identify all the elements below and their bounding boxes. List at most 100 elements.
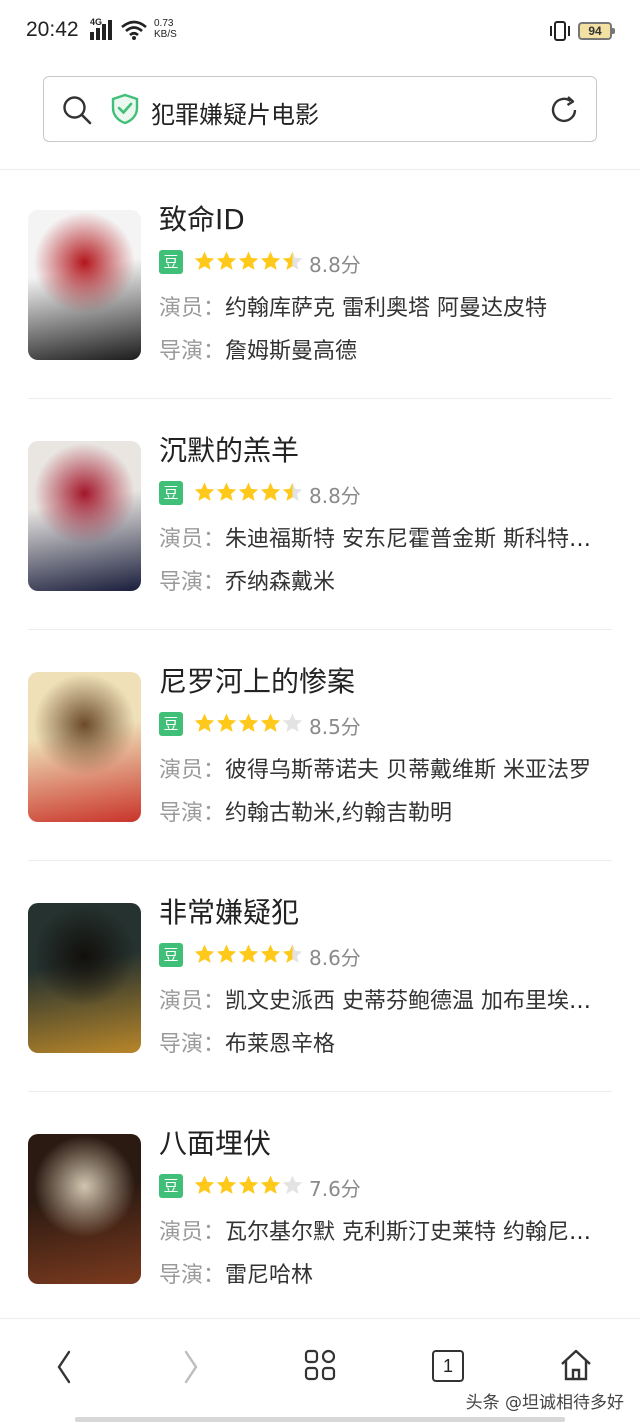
movie-item[interactable]: 非常嫌疑犯豆 8.6分演员：凯文史派西 史蒂芬鲍德温 加布里埃尔拜恩导演：布莱恩辛… [0,863,640,1094]
shield-icon [111,93,139,125]
movie-poster[interactable] [28,1134,141,1284]
director-label: 导演： [159,339,226,364]
star-icon [194,713,215,732]
cast-value: 彼得乌斯蒂诺夫 贝蒂戴维斯 米亚法罗 [225,758,592,783]
cast-label: 演员： [159,989,226,1014]
cast-label: 演员： [159,1220,226,1245]
douban-icon: 豆 [159,1174,183,1198]
star-icon [282,482,303,501]
douban-icon: 豆 [159,250,183,274]
star-icon [260,482,281,501]
rating-score: 8.5分 [309,715,361,739]
star-icon [238,1175,259,1194]
network-type: 4G [90,17,103,27]
star-icon [216,1175,237,1194]
director-value: 布莱恩辛格 [225,1032,336,1057]
douban-icon: 豆 [159,481,183,505]
home-icon[interactable] [558,1347,594,1383]
director-label: 导演： [159,1263,226,1288]
divider [28,629,612,630]
movie-title[interactable]: 沉默的羔羊 [159,429,299,469]
movie-title[interactable]: 非常嫌疑犯 [159,891,299,931]
cast-line: 演员：朱迪福斯特 安东尼霍普金斯 斯科特格伦 [159,521,599,553]
back-icon[interactable] [52,1349,76,1385]
movie-title[interactable]: 尼罗河上的惨案 [159,660,355,700]
forward-icon[interactable] [179,1349,203,1385]
cast-line: 演员：彼得乌斯蒂诺夫 贝蒂戴维斯 米亚法罗 [159,752,599,784]
cast-value: 凯文史派西 史蒂芬鲍德温 加布里埃尔拜恩 [225,989,599,1014]
star-icon [282,251,303,270]
star-icon [238,482,259,501]
director-value: 约翰古勒米,约翰吉勒明 [225,801,453,826]
cast-line: 演员：约翰库萨克 雷利奥塔 阿曼达皮特 [159,290,599,322]
rating-score: 8.8分 [309,484,361,508]
star-icon [260,1175,281,1194]
movie-title[interactable]: 八面埋伏 [159,1122,271,1162]
speed-unit: KB/S [154,29,177,40]
director-line: 导演：布莱恩辛格 [159,1026,599,1058]
star-icon [260,713,281,732]
signal-icon: 4G [90,17,114,40]
tabs-count: 1 [442,1356,453,1376]
star-icon [260,944,281,963]
star-icon [282,944,303,963]
star-icon [194,482,215,501]
star-icon [216,944,237,963]
movie-item[interactable]: 尼罗河上的惨案豆 8.5分 演员：彼得乌斯蒂诺夫 贝蒂戴维斯 米亚法罗 导演：约翰古勒… [0,632,640,863]
douban-icon: 豆 [159,943,183,967]
director-line: 导演：詹姆斯曼高德 [159,333,599,365]
movie-item[interactable]: 八面埋伏豆 7.6分 演员：瓦尔基尔默 克利斯汀史莱特 约翰尼李米勒 导演：雷尼哈林 [0,1094,640,1325]
rating-score: 8.6分 [309,946,361,970]
home-indicator[interactable] [75,1417,565,1422]
director-label: 导演： [159,801,226,826]
movie-title[interactable]: 致命ID [159,198,245,238]
rating-stars [194,1174,303,1198]
rating-stars [194,943,303,967]
star-icon [216,713,237,732]
movie-poster[interactable] [28,903,141,1053]
star-icon [194,944,215,963]
speed-value: 0.73 [154,18,174,29]
cast-label: 演员： [159,527,226,552]
star-icon [282,713,303,732]
search-input[interactable]: 犯罪嫌疑片电影 [151,95,319,130]
director-value: 詹姆斯曼高德 [225,339,358,364]
movie-poster[interactable] [28,441,141,591]
star-icon [194,1175,215,1194]
cast-label: 演员： [159,758,226,783]
star-icon [238,713,259,732]
director-line: 导演：雷尼哈林 [159,1257,599,1289]
tabs-button[interactable]: 1 [432,1350,464,1382]
star-icon [282,1175,303,1194]
search-bar[interactable]: 犯罪嫌疑片电影 [43,76,597,142]
director-label: 导演： [159,1032,226,1057]
menu-grid-icon[interactable] [304,1349,336,1381]
star-icon [216,251,237,270]
movie-poster[interactable] [28,210,141,360]
vibrate-icon [550,21,570,41]
star-icon [260,251,281,270]
movie-item[interactable]: 沉默的羔羊豆 8.8分 演员：朱迪福斯特 安东尼霍普金斯 斯科特格伦 导演：乔纳森戴米 [0,401,640,632]
star-icon [194,251,215,270]
divider [28,1091,612,1092]
rating-score: 8.8分 [309,253,361,277]
refresh-icon[interactable] [548,94,580,126]
star-icon [238,944,259,963]
rating-score: 7.6分 [309,1177,361,1201]
star-icon [216,482,237,501]
movie-poster[interactable] [28,672,141,822]
cast-line: 演员：瓦尔基尔默 克利斯汀史莱特 约翰尼李米勒 [159,1214,599,1246]
cast-value: 瓦尔基尔默 克利斯汀史莱特 约翰尼李米勒 [225,1220,599,1245]
movie-item[interactable]: 致命ID 豆 8.8分 演员：约翰库萨克 雷利奥塔 阿曼达皮特 导演：詹姆斯曼高德 [0,170,640,401]
status-bar: 20:42 4G 0.73 KB/S 94 [0,0,640,64]
rating-stars [194,712,303,736]
rating-stars [194,481,303,505]
director-line: 导演：乔纳森戴米 [159,564,599,596]
network-speed: 0.73 KB/S [154,18,177,40]
search-icon[interactable] [62,95,92,125]
director-label: 导演： [159,570,226,595]
star-icon [238,251,259,270]
cast-value: 朱迪福斯特 安东尼霍普金斯 斯科特格伦 [225,527,599,552]
director-line: 导演：约翰古勒米,约翰吉勒明 [159,795,599,827]
cast-label: 演员： [159,296,226,321]
